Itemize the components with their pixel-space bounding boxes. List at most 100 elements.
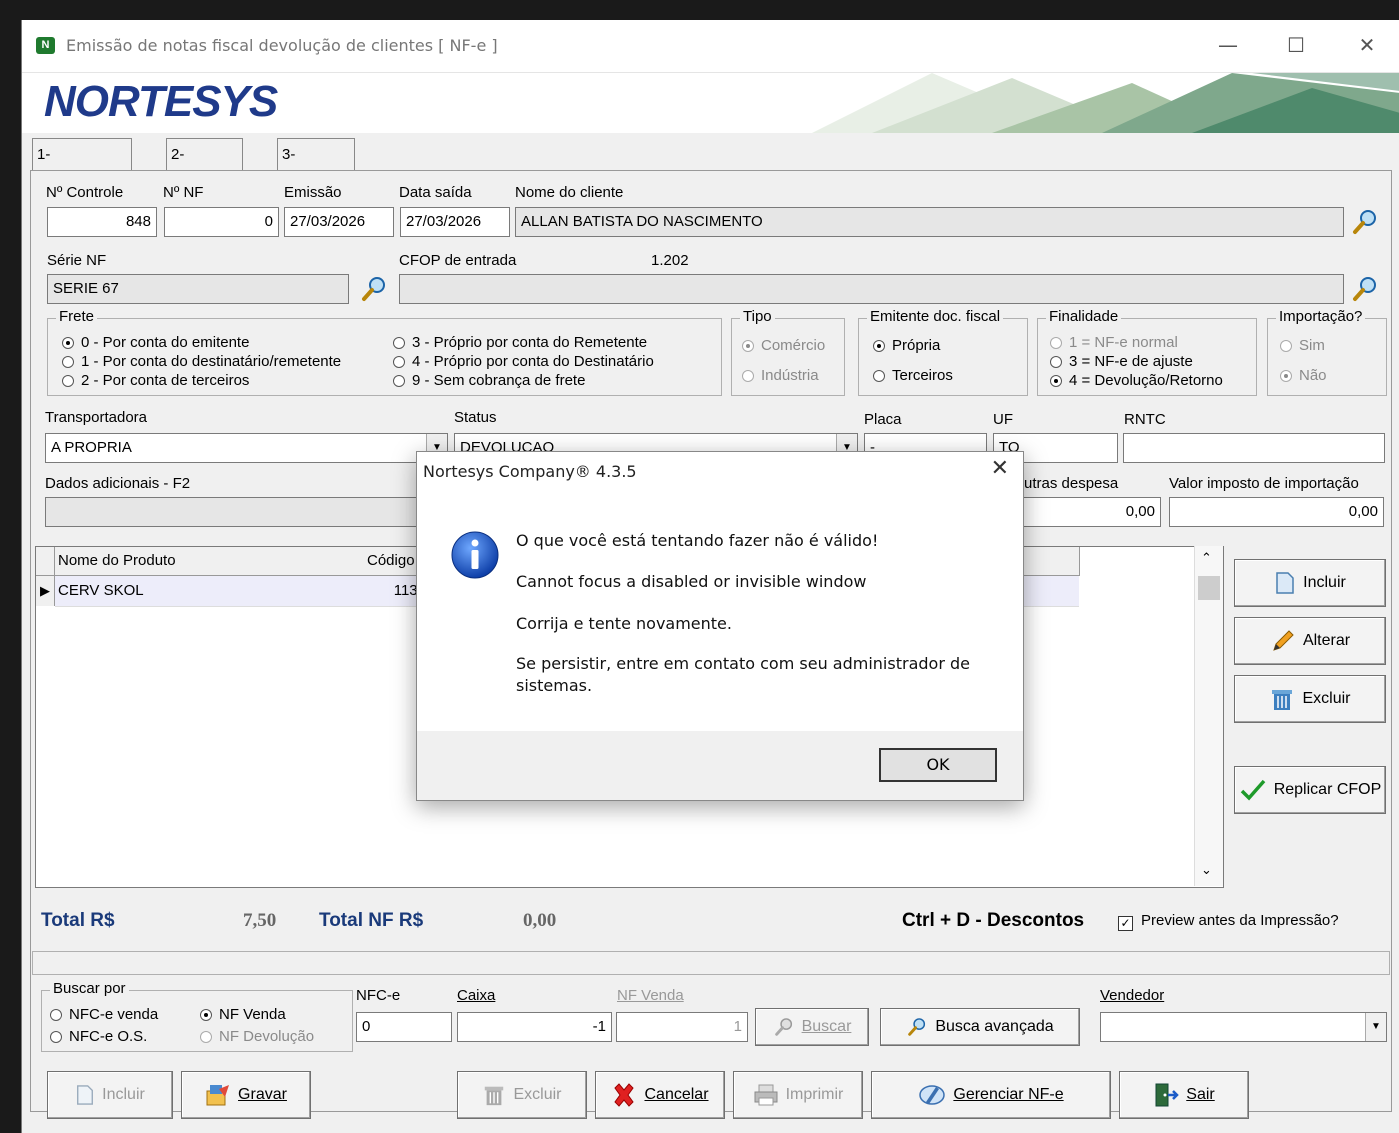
incluir-button[interactable]: Incluir xyxy=(47,1071,173,1119)
minimize-button[interactable]: — xyxy=(1205,28,1251,62)
frete-option-3[interactable]: 3 - Próprio por conta do Remetente xyxy=(393,334,647,352)
buscar-button[interactable]: Buscar xyxy=(755,1008,869,1046)
frete-group: Frete 0 - Por conta do emitente 1 - Por … xyxy=(47,308,722,396)
frete-option-9[interactable]: 9 - Sem cobrança de frete xyxy=(393,372,585,390)
frete-option-2[interactable]: 2 - Por conta de terceiros xyxy=(62,372,249,390)
option-nf-venda[interactable]: NF Venda xyxy=(200,1006,286,1024)
close-button[interactable]: ✕ xyxy=(1344,28,1390,62)
outras-label: utras despesa xyxy=(1024,475,1119,492)
cancelar-button[interactable]: Cancelar xyxy=(595,1071,725,1119)
dialog-message-1: O que você está tentando fazer não é vál… xyxy=(516,531,879,550)
tab-consultas[interactable]: 2-Consultas xyxy=(166,138,243,195)
ok-button[interactable]: OK xyxy=(879,748,997,782)
rntc-field[interactable] xyxy=(1123,433,1385,463)
outras-field[interactable]: 0,00 xyxy=(1021,497,1161,527)
dados-label: Dados adicionais - F2 xyxy=(45,475,191,492)
brand-logo: NORTESYS xyxy=(44,77,278,126)
cliente-lookup-icon[interactable] xyxy=(1350,207,1380,237)
imposto-label: Valor imposto de importação xyxy=(1169,475,1359,492)
gerenciar-nfe-button[interactable]: Gerenciar NF-e xyxy=(871,1071,1111,1119)
exit-door-icon xyxy=(1155,1083,1180,1107)
scroll-up-icon[interactable]: ⌃ xyxy=(1201,550,1212,566)
maximize-button[interactable]: ☐ xyxy=(1273,28,1319,62)
importacao-option-sim[interactable]: Sim xyxy=(1280,337,1325,355)
finalidade-option-ajuste[interactable]: 3 = NF-e de ajuste xyxy=(1050,353,1193,371)
controle-label: Nº Controle xyxy=(46,184,124,201)
checkbox-checked-icon[interactable]: ✓ xyxy=(1118,916,1133,931)
frete-option-4[interactable]: 4 - Próprio por conta do Destinatário xyxy=(393,353,654,371)
frete-option-0[interactable]: 0 - Por conta do emitente xyxy=(62,334,249,352)
cfop-field[interactable] xyxy=(399,274,1344,304)
caixa-label: Caixa xyxy=(457,987,496,1004)
serie-lookup-icon[interactable] xyxy=(359,274,389,304)
document-icon xyxy=(1276,572,1294,594)
tab-relatorios[interactable]: 3-Relatórios xyxy=(277,138,355,195)
scroll-down-icon[interactable]: ⌄ xyxy=(1201,862,1212,878)
total-label: Total R$ xyxy=(41,910,115,931)
saida-label: Data saída xyxy=(399,184,472,201)
option-nfce-venda[interactable]: NFC-e venda xyxy=(50,1006,158,1024)
chevron-down-icon[interactable]: ▼ xyxy=(1365,1013,1386,1041)
total-nf-value: 0,00 xyxy=(523,910,557,931)
importacao-option-nao[interactable]: Não xyxy=(1280,367,1327,385)
col-nome-produto[interactable]: Nome do Produto xyxy=(55,547,365,576)
tab-lancamentos[interactable]: 1-Lançamentos xyxy=(32,138,133,195)
finalidade-option-devolucao[interactable]: 4 = Devolução/Retorno xyxy=(1050,372,1223,390)
table-row[interactable]: CERV SKOL xyxy=(55,576,365,607)
dialog-message-2: Cannot focus a disabled or invisible win… xyxy=(516,572,867,591)
status-strip xyxy=(32,951,1390,975)
tipo-label: Tipo xyxy=(740,308,775,325)
vendedor-select[interactable]: ▼ xyxy=(1100,1012,1387,1042)
transportadora-select[interactable]: A PROPRIA ▼ xyxy=(45,433,448,463)
tipo-option-comercio[interactable]: Comércio xyxy=(742,337,825,355)
nf-field[interactable]: 0 xyxy=(164,207,279,237)
replicar-cfop-button[interactable]: Replicar CFOP xyxy=(1234,766,1386,814)
nfce-field[interactable]: 0 xyxy=(356,1012,452,1042)
option-nf-devolucao[interactable]: NF Devolução xyxy=(200,1028,314,1046)
excluir-item-button[interactable]: Excluir xyxy=(1234,675,1386,723)
serie-label: Série NF xyxy=(47,252,107,269)
gravar-button[interactable]: Gravar xyxy=(181,1071,311,1119)
info-icon xyxy=(451,531,499,579)
placa-label: Placa xyxy=(864,411,902,428)
error-dialog: Nortesys Company® 4.3.5 ✕ O que você est… xyxy=(416,451,1024,801)
row-indicator-icon: ▶ xyxy=(36,576,55,606)
controle-field[interactable]: 848 xyxy=(47,207,157,237)
grid-scrollbar[interactable]: ⌃ ⌄ xyxy=(1194,546,1223,886)
imposto-field[interactable]: 0,00 xyxy=(1169,497,1384,527)
caixa-field[interactable]: -1 xyxy=(457,1012,612,1042)
manage-icon xyxy=(919,1085,946,1105)
emitente-group: Emitente doc. fiscal Própria Terceiros xyxy=(858,308,1028,396)
cfop-lookup-icon[interactable] xyxy=(1350,274,1380,304)
total-nf-label: Total NF R$ xyxy=(319,910,424,931)
sair-button[interactable]: Sair xyxy=(1119,1071,1249,1119)
dialog-message-3: Corrija e tente novamente. xyxy=(516,614,732,633)
saida-field[interactable]: 27/03/2026 xyxy=(400,207,510,237)
nfce-label: NFC-e xyxy=(356,987,401,1004)
option-nfce-os[interactable]: NFC-e O.S. xyxy=(50,1028,147,1046)
nfvenda-field[interactable]: 1 xyxy=(616,1012,748,1042)
printer-icon xyxy=(754,1084,778,1106)
emitente-option-propria[interactable]: Própria xyxy=(873,337,940,355)
dialog-close-icon[interactable]: ✕ xyxy=(991,456,1009,481)
scroll-thumb[interactable] xyxy=(1198,576,1220,600)
busca-avancada-button[interactable]: Busca avançada xyxy=(880,1008,1080,1046)
tipo-option-industria[interactable]: Indústria xyxy=(742,367,819,385)
cancel-icon xyxy=(614,1083,635,1107)
emissao-field[interactable]: 27/03/2026 xyxy=(284,207,394,237)
tipo-group: Tipo Comércio Indústria xyxy=(731,308,845,396)
alterar-item-button[interactable]: Alterar xyxy=(1234,617,1386,665)
incluir-item-button[interactable]: Incluir xyxy=(1234,559,1386,607)
emitente-label: Emitente doc. fiscal xyxy=(867,308,1004,325)
preview-checkbox[interactable]: ✓ Preview antes da Impressão? xyxy=(1118,912,1339,931)
importacao-group: Importação? Sim Não xyxy=(1267,308,1387,396)
finalidade-option-normal[interactable]: 1 = NF-e normal xyxy=(1050,334,1178,352)
imprimir-button[interactable]: Imprimir xyxy=(733,1071,863,1119)
emitente-option-terceiros[interactable]: Terceiros xyxy=(873,367,953,385)
vendedor-label: Vendedor xyxy=(1100,987,1165,1004)
trash-icon xyxy=(1272,689,1293,710)
serie-field[interactable]: SERIE 67 xyxy=(47,274,349,304)
frete-option-1[interactable]: 1 - Por conta do destinatário/remetente xyxy=(62,353,341,371)
excluir-button[interactable]: Excluir xyxy=(457,1071,587,1119)
cliente-field[interactable]: ALLAN BATISTA DO NASCIMENTO xyxy=(515,207,1344,237)
